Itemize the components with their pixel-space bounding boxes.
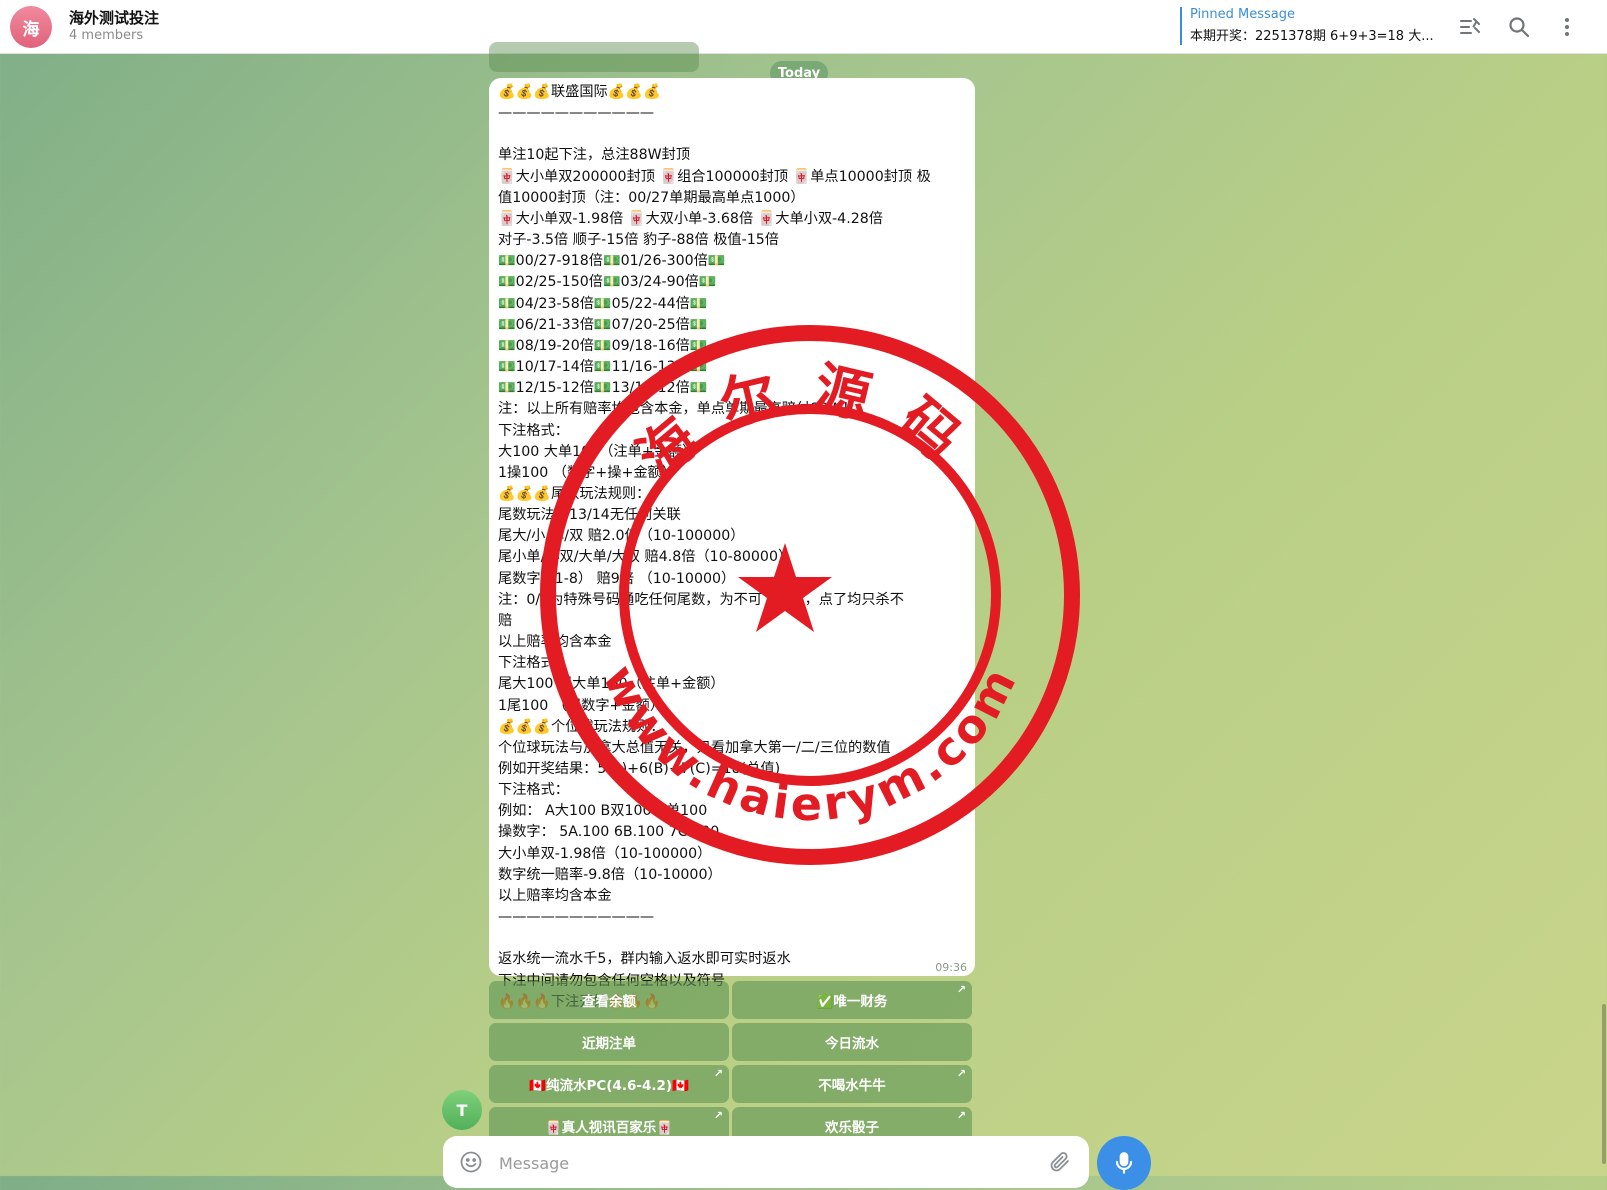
external-link-icon: ↗ [956, 1067, 966, 1080]
external-link-icon: ↗ [713, 1067, 723, 1080]
message-line: 下注格式： [498, 655, 569, 672]
message-line: 单注10起下注，总注88W封顶 [498, 147, 691, 164]
message-line: 尾数字（1-8） 赔9倍 （10-10000） [498, 570, 736, 587]
more-vertical-icon[interactable] [1553, 13, 1581, 41]
message-line [498, 928, 966, 949]
external-link-icon: ↗ [956, 983, 966, 996]
message-line: 大小单双-1.98倍（10-100000） [498, 845, 712, 862]
message-line: 尾数玩法与13/14无任何关联 [498, 507, 681, 524]
message-line: 💵06/21-33倍💵07/20-25倍💵 [498, 316, 708, 333]
message-line: 例如开奖结果：5(A)+6(B)+7(C)=18(总值) [498, 761, 781, 777]
keyboard-button[interactable]: ✅唯一财务 ↗ [732, 981, 972, 1019]
message-line: 尾大/小/单/双 赔2.0倍（10-100000） [498, 528, 745, 545]
message-line: 💵04/23-58倍💵05/22-44倍💵 [498, 295, 708, 312]
message-line: 赔 [498, 612, 513, 629]
microphone-button[interactable] [1097, 1136, 1151, 1190]
emoji-icon[interactable] [459, 1150, 483, 1174]
keyboard-button-label: 🇨🇦纯流水PC(4.6-4.2)🇨🇦 [529, 1078, 689, 1094]
message-line: 尾大100 尾大单100（注单+金额） [498, 676, 725, 693]
sender-avatar[interactable]: T [442, 1090, 482, 1130]
message-line: ——————————— [498, 105, 655, 122]
keyboard-button[interactable]: 查看余额 [489, 981, 729, 1019]
message-line: 💵02/25-150倍💵03/24-90倍💵 [498, 274, 717, 291]
chat-scrollbar[interactable] [1601, 54, 1607, 1176]
keyboard-button[interactable]: 今日流水 [732, 1023, 972, 1061]
message-line: 对子-3.5倍 顺子-15倍 豹子-88倍 极值-15倍 [498, 232, 779, 249]
message-line: 数字统一赔率-9.8倍（10-10000） [498, 866, 722, 883]
message-line: 🀄大小单双-1.98倍 🀄大双小单-3.68倍 🀄大单小双-4.28倍 [498, 210, 883, 227]
message-text: 💰💰💰联盛国际💰💰💰 ——————————— 单注10起下注，总注88W封顶 🀄大小… [498, 82, 966, 1013]
keyboard-button-label: 欢乐骰子 [825, 1120, 879, 1136]
message-line: 💵00/27-918倍💵01/26-300倍💵 [498, 253, 726, 270]
chat-title[interactable]: 海外测试投注 [69, 7, 159, 28]
external-link-icon: ↗ [713, 1109, 723, 1122]
pinned-text: 本期开奖：2251378期 6+9+3=18 大... [1190, 29, 1434, 44]
message-line: 值10000封顶（注：00/27单期最高单点1000） [498, 189, 805, 206]
keyboard-button-label: 近期注单 [582, 1036, 636, 1052]
message-line: 以上赔率均含本金 [498, 887, 612, 904]
keyboard-button-label: 查看余额 [582, 994, 636, 1010]
message-line: 注：以上所有赔率均包含本金，单点单期最高赔付88W！ [498, 401, 857, 418]
previous-keyboard-button[interactable] [489, 42, 699, 72]
message-line: 💰💰💰联盛国际💰💰💰 [498, 84, 661, 100]
message-line: 返水统一流水千5，群内输入返水即可实时返水 [498, 951, 791, 968]
scrollbar-thumb[interactable] [1602, 1004, 1606, 1164]
keyboard-button[interactable]: 🇨🇦纯流水PC(4.6-4.2)🇨🇦 ↗ [489, 1065, 729, 1103]
message-line: 个位球玩法与加拿大总值无关，只看加拿大第一/二/三位的数值 [498, 739, 891, 756]
keyboard-button-label: 今日流水 [825, 1036, 879, 1052]
keyboard-button-label: 不喝水牛牛 [818, 1078, 886, 1094]
message-line: 尾小单/小双/大单/大双 赔4.8倍（10-80000） [498, 549, 793, 566]
keyboard-button-label: ✅唯一财务 [816, 994, 888, 1010]
message-line: 下注格式： [498, 422, 569, 439]
message-line: 💰💰💰个位球玩法规则： [498, 718, 665, 735]
keyboard-button[interactable]: 近期注单 [489, 1023, 729, 1061]
external-link-icon: ↗ [956, 1109, 966, 1122]
keyboard-button[interactable]: 不喝水牛牛 ↗ [732, 1065, 972, 1103]
message-line [498, 124, 966, 145]
message-line: 操数字： 5A.100 6B.100 7C.100 [498, 824, 720, 841]
message-line: 1操100 （数字+操+金额） [498, 464, 676, 481]
message-composer [443, 1136, 1089, 1188]
message-line: 💵12/15-12倍💵13/14-12倍💵 [498, 380, 708, 397]
paperclip-icon[interactable] [1048, 1150, 1072, 1174]
pinned-list-icon[interactable] [1456, 13, 1484, 41]
message-line: 大100 大单100（注单+金额） [498, 443, 697, 460]
message-line: 下注格式： [498, 782, 569, 799]
message-line: 💵10/17-14倍💵11/16-13倍💵 [498, 359, 708, 376]
search-icon[interactable] [1505, 13, 1533, 41]
keyboard-button-label: 🀄真人视讯百家乐🀄 [544, 1120, 674, 1136]
message-input[interactable] [497, 1148, 1021, 1178]
message-time: 09:36 [935, 961, 967, 974]
pinned-label: Pinned Message [1190, 7, 1296, 22]
chat-header: 海 海外测试投注 4 members Pinned Message 本期开奖：2… [0, 0, 1607, 54]
message-line: 例如： A大100 B双100 C单100 [498, 803, 708, 820]
message-line: 1尾100 （尾数字+金额） [498, 697, 665, 714]
message-line: 🀄大小单双200000封顶 🀄组合100000封顶 🀄单点10000封顶 极 [498, 168, 931, 185]
member-count: 4 members [69, 28, 144, 43]
message-line: 以上赔率均含本金 [498, 634, 612, 651]
message-line: 💰💰💰尾数玩法规则： [498, 485, 651, 502]
group-avatar[interactable]: 海 [10, 6, 52, 48]
message-line: ——————————— [498, 909, 655, 926]
microphone-icon [1115, 1152, 1133, 1174]
message-line: 注：0/9为特殊号码通吃任何尾数，为不可下注数，点了均只杀不 [498, 591, 904, 608]
message-line: 💵08/19-20倍💵09/18-16倍💵 [498, 337, 708, 354]
message-bubble: 💰💰💰联盛国际💰💰💰 ——————————— 单注10起下注，总注88W封顶 🀄大小… [489, 78, 975, 1010]
pinned-message[interactable]: Pinned Message 本期开奖：2251378期 6+9+3=18 大.… [1180, 7, 1434, 45]
